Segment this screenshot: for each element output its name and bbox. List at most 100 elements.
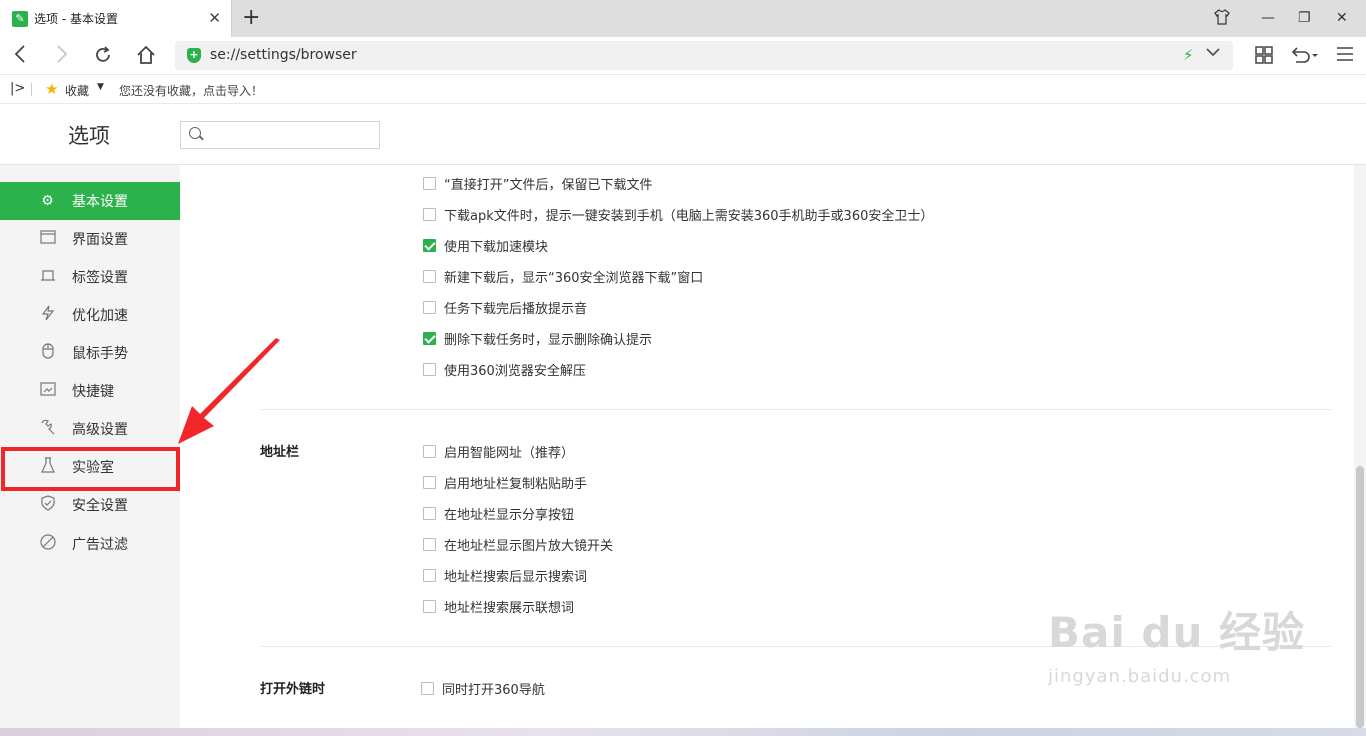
sidebar-item-label: 标签设置 [72,270,128,286]
option-show-download-window[interactable]: 新建下载后，显示“360安全浏览器下载”窗口 [423,267,703,286]
annotation-highlight-box [1,447,180,491]
sidebar-item-basic[interactable]: ⚙ 基本设置 [0,182,180,220]
checkbox[interactable] [423,208,436,221]
checkbox[interactable] [423,177,436,190]
window-icon [39,229,56,249]
option-label: 同时打开360导航 [442,683,545,698]
option-magnifier-toggle[interactable]: 在地址栏显示图片放大镜开关 [423,535,613,554]
bolt-icon [39,305,56,326]
sidebar-toggle-icon[interactable]: |> [10,81,25,96]
sidebar-item-label: 优化加速 [72,308,128,324]
checkbox[interactable] [423,445,436,458]
tab-strip: ✎ 选项 - 基本设置 ✕ + — ❐ ✕ [0,0,1366,37]
search-input[interactable] [207,126,375,144]
tab-title: 选项 - 基本设置 [34,12,118,26]
wrench-icon [39,419,56,440]
minimize-button[interactable]: — [1261,9,1275,27]
settings-search[interactable] [180,121,380,149]
option-search-suggestions[interactable]: 地址栏搜索展示联想词 [423,597,574,616]
option-download-sound[interactable]: 任务下载完后播放提示音 [423,298,587,317]
star-icon[interactable]: ★ [45,80,58,98]
option-smart-url[interactable]: 启用智能网址（推荐） [423,442,574,461]
wrench-icon: ✎ [12,10,28,27]
reload-button[interactable] [93,45,113,68]
tab-icon [39,268,56,287]
sidebar-item-label: 界面设置 [72,232,128,248]
sidebar-item-label: 基本设置 [72,194,128,210]
checkbox[interactable] [423,301,436,314]
sidebar-item-interface[interactable]: 界面设置 [0,220,180,258]
option-label: 使用360浏览器安全解压 [444,364,586,379]
undo-close-icon[interactable] [1290,46,1318,68]
mouse-icon [39,342,56,364]
browser-tab[interactable]: ✎ 选项 - 基本设置 ✕ [0,0,232,37]
watermark-logo: Bai du 经验 [1048,608,1305,657]
chevron-down-icon[interactable] [1206,45,1220,61]
checkbox[interactable] [423,363,436,376]
navigation-bar: + se://settings/browser ⚡ [0,37,1366,75]
option-share-button[interactable]: 在地址栏显示分享按钮 [423,504,574,523]
sidebar-item-gestures[interactable]: 鼠标手势 [0,334,180,372]
menu-icon[interactable] [1336,46,1354,66]
option-label: 下载apk文件时，提示一键安装到手机（电脑上需安装360手机助手或360安全卫士… [444,209,934,224]
annotation-arrow [178,338,280,444]
caret-down-icon[interactable]: ▼ [97,82,104,92]
option-keep-downloaded-file[interactable]: “直接打开”文件后，保留已下载文件 [423,174,652,193]
checkbox[interactable] [421,682,434,695]
option-paste-assistant[interactable]: 启用地址栏复制粘贴助手 [423,473,587,492]
checkbox[interactable] [423,569,436,582]
apps-grid-icon[interactable] [1255,46,1273,68]
back-button[interactable] [14,45,26,66]
import-bookmarks-link[interactable]: 您还没有收藏，点击导入！ [119,82,263,99]
sidebar-item-speed[interactable]: 优化加速 [0,296,180,334]
section-divider [260,409,1332,410]
checkbox[interactable] [423,600,436,613]
option-label: 在地址栏显示分享按钮 [444,508,575,523]
close-tab-icon[interactable]: ✕ [208,10,221,26]
favorites-button[interactable]: 收藏 [65,82,89,99]
checkbox[interactable] [423,270,436,283]
option-download-accelerator[interactable]: 使用下载加速模块 [423,236,548,255]
sidebar-item-security[interactable]: 安全设置 [0,486,180,524]
restore-button[interactable]: ❐ [1298,9,1311,27]
option-apk-install-prompt[interactable]: 下载apk文件时，提示一键安装到手机（电脑上需安装360手机助手或360安全卫士… [423,205,933,224]
option-label: 地址栏搜索展示联想词 [444,601,575,616]
option-show-search-term[interactable]: 地址栏搜索后显示搜索词 [423,566,587,585]
address-bar[interactable]: + se://settings/browser ⚡ [175,41,1233,70]
home-button[interactable] [136,45,156,68]
sidebar-item-tabs[interactable]: 标签设置 [0,258,180,296]
option-label: 任务下载完后播放提示音 [444,302,588,317]
option-label: 使用下载加速模块 [444,240,549,255]
scrollbar-thumb[interactable] [1356,466,1364,728]
new-tab-button[interactable]: + [242,7,260,29]
option-label: 在地址栏显示图片放大镜开关 [444,539,614,554]
checkbox-checked[interactable] [423,332,436,345]
checkbox[interactable] [423,538,436,551]
skin-icon[interactable] [1214,9,1230,30]
page-title: 选项 [68,124,110,148]
checkbox-checked[interactable] [423,239,436,252]
checkbox[interactable] [423,507,436,520]
sidebar-item-label: 鼠标手势 [72,346,128,362]
url-text[interactable]: se://settings/browser [210,47,357,63]
keyboard-icon [39,381,56,401]
shield-icon [39,494,56,516]
section-title-external-link: 打开外链时 [260,682,326,697]
checkbox[interactable] [423,476,436,489]
close-window-button[interactable]: ✕ [1336,9,1348,27]
options-header: 选项 [0,105,1366,165]
option-delete-confirm[interactable]: 删除下载任务时，显示删除确认提示 [423,329,652,348]
speed-mode-icon[interactable]: ⚡ [1183,46,1194,64]
option-label: “直接打开”文件后，保留已下载文件 [444,178,653,193]
forward-button[interactable] [56,45,68,66]
sidebar-item-advanced[interactable]: 高级设置 [0,410,180,448]
sidebar-item-adblock[interactable]: 广告过滤 [0,525,180,563]
option-label: 删除下载任务时，显示删除确认提示 [444,333,653,348]
option-safe-unzip[interactable]: 使用360浏览器安全解压 [423,360,586,379]
option-label: 新建下载后，显示“360安全浏览器下载”窗口 [444,271,704,286]
search-icon [189,127,201,139]
gear-icon: ⚙ [41,192,54,209]
sidebar-item-label: 快捷键 [72,384,114,400]
option-open-360-nav[interactable]: 同时打开360导航 [421,679,545,698]
sidebar-item-shortcuts[interactable]: 快捷键 [0,372,180,410]
